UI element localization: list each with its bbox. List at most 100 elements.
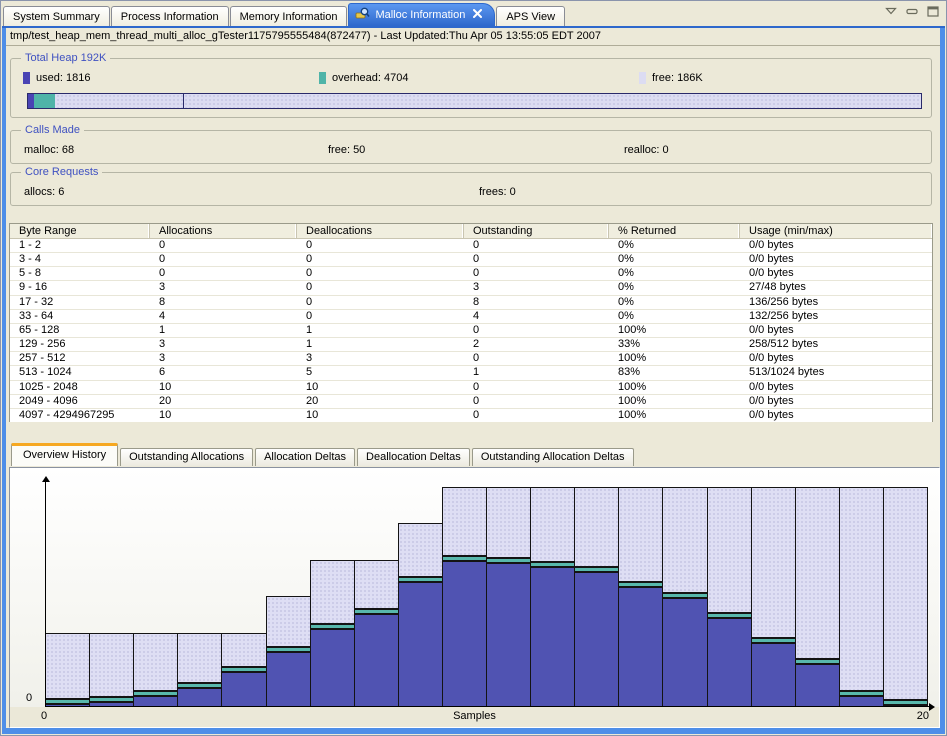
table-row[interactable]: 257 - 512330100%0/0 bytes [10,352,932,366]
cell-byte-range: 2049 - 4096 [10,395,150,408]
column-header-outstanding[interactable]: Outstanding [464,224,609,238]
cell-allocations: 10 [150,409,297,422]
cell-usage-min-max: 0/0 bytes [740,324,932,337]
y-axis-line [45,482,46,707]
cell-returned: 100% [609,395,740,408]
tab-system-summary[interactable]: System Summary [3,6,110,26]
cell-outstanding: 3 [464,281,609,294]
view-menu-icon[interactable] [884,5,898,17]
y-axis-zero-label: 0 [26,692,32,704]
table-row[interactable]: 129 - 25631233%258/512 bytes [10,338,932,352]
table-row[interactable]: 17 - 328080%136/256 bytes [10,296,932,310]
tab-close-icon[interactable] [473,9,482,21]
table-row[interactable]: 3 - 40000%0/0 bytes [10,253,932,267]
x-axis-line [45,706,929,707]
cell-allocations: 6 [150,366,297,379]
tab-outstanding-allocation-deltas[interactable]: Outstanding Allocation Deltas [472,448,634,466]
core-requests-title: Core Requests [21,166,102,178]
cell-outstanding: 0 [464,324,609,337]
tab-deallocation-deltas[interactable]: Deallocation Deltas [357,448,470,466]
table-row[interactable]: 2049 - 409620200100%0/0 bytes [10,395,932,409]
cell-deallocations: 0 [297,239,464,252]
cell-outstanding: 0 [464,267,609,280]
cell-returned: 83% [609,366,740,379]
bar-used-segment [707,618,752,706]
tab-label: Memory Information [240,11,338,23]
minimize-icon[interactable] [905,5,919,17]
tab-malloc-information[interactable]: Malloc Information [348,3,495,26]
bar-used-segment [662,598,708,706]
cell-allocations: 8 [150,296,297,309]
bar-used-segment [442,561,487,706]
cell-usage-min-max: 0/0 bytes [740,253,932,266]
tab-label: System Summary [13,11,100,23]
table-header-row: Byte RangeAllocationsDeallocationsOutsta… [10,224,932,239]
frees-count: frees: 0 [479,186,516,198]
core-requests-group: Core Requests allocs: 6 frees: 0 [10,172,932,206]
table-row[interactable]: 9 - 163030%27/48 bytes [10,281,932,295]
view-frame-left [2,26,6,734]
maximize-icon[interactable] [926,5,940,17]
column-header-usage-min-max[interactable]: Usage (min/max) [740,224,932,238]
tab-aps-view[interactable]: APS View [496,6,565,26]
legend-label: used: 1816 [36,72,90,84]
table-row[interactable]: 1025 - 204810100100%0/0 bytes [10,381,932,395]
cell-byte-range: 65 - 128 [10,324,150,337]
tab-memory-information[interactable]: Memory Information [230,6,348,26]
cell-deallocations: 20 [297,395,464,408]
tab-outstanding-allocations[interactable]: Outstanding Allocations [120,448,253,466]
table-row[interactable]: 33 - 644040%132/256 bytes [10,310,932,324]
bar-free-segment [574,487,619,567]
table-row[interactable]: 4097 - 429496729510100100%0/0 bytes [10,409,932,422]
bar-used-segment [266,652,311,706]
column-header-returned[interactable]: % Returned [609,224,740,238]
session-info-text: tmp/test_heap_mem_thread_multi_alloc_gTe… [10,30,601,42]
table-row[interactable]: 5 - 80000%0/0 bytes [10,267,932,281]
bar-free-segment [442,487,487,556]
bar-free-segment [89,633,134,697]
allocs-count: allocs: 6 [24,186,64,198]
column-header-allocations[interactable]: Allocations [150,224,297,238]
total-heap-group: Total Heap 192K used: 1816overhead: 4704… [10,58,932,118]
table-row[interactable]: 1 - 20000%0/0 bytes [10,239,932,253]
cell-returned: 0% [609,253,740,266]
column-header-byte-range[interactable]: Byte Range [10,224,150,238]
cell-byte-range: 5 - 8 [10,267,150,280]
total-heap-title: Total Heap 192K [21,52,110,64]
tab-label: Malloc Information [375,9,465,21]
cell-usage-min-max: 258/512 bytes [740,338,932,351]
cell-returned: 0% [609,267,740,280]
cell-allocations: 3 [150,352,297,365]
tab-process-information[interactable]: Process Information [111,6,229,26]
cell-returned: 0% [609,281,740,294]
byte-range-table: Byte RangeAllocationsDeallocationsOutsta… [9,223,933,422]
bar-used-segment [310,629,355,706]
table-row[interactable]: 65 - 128110100%0/0 bytes [10,324,932,338]
y-axis-arrow-icon [42,476,50,482]
bar-free-segment [221,633,267,667]
tab-overview-history[interactable]: Overview History [11,443,118,466]
column-header-deallocations[interactable]: Deallocations [297,224,464,238]
cell-outstanding: 0 [464,395,609,408]
x-axis-title: Samples [10,710,939,722]
heap-usage-bar [27,93,922,109]
cell-byte-range: 513 - 1024 [10,366,150,379]
cell-outstanding: 0 [464,381,609,394]
bar-free-segment [707,487,752,613]
cell-usage-min-max: 132/256 bytes [740,310,932,323]
view-frame-bottom [2,728,945,734]
bar-used-segment [398,582,443,706]
view-tabs: System Summary Process Information Memory … [2,3,565,26]
cell-allocations: 20 [150,395,297,408]
cell-returned: 100% [609,324,740,337]
bar-free-segment [354,560,399,609]
legend-label: overhead: 4704 [332,72,408,84]
cell-byte-range: 33 - 64 [10,310,150,323]
tab-allocation-deltas[interactable]: Allocation Deltas [255,448,355,466]
cell-deallocations: 0 [297,267,464,280]
view-frame-right [940,26,945,734]
cell-usage-min-max: 0/0 bytes [740,239,932,252]
cell-outstanding: 2 [464,338,609,351]
table-row[interactable]: 513 - 102465183%513/1024 bytes [10,366,932,380]
overview-history-chart: 0 0 Samples 20 [9,467,940,728]
